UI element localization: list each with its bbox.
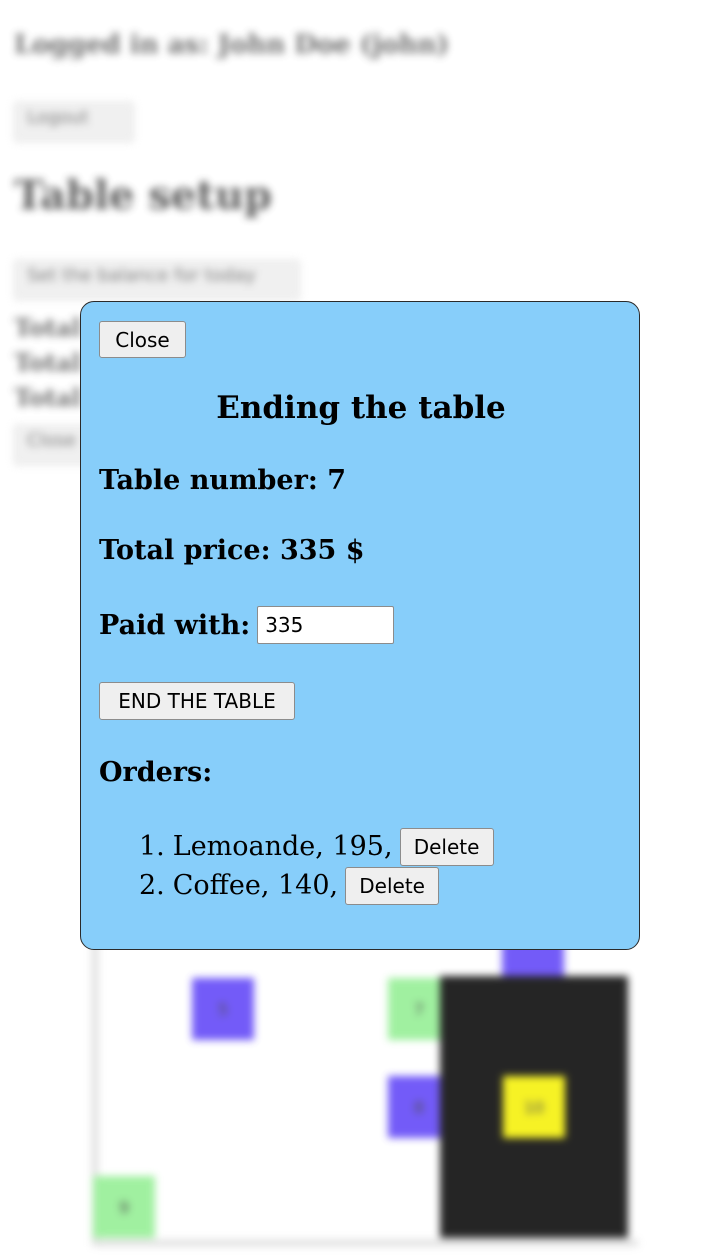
order-item: 1. Lemoande, 195, Delete [139, 827, 494, 866]
table-tile[interactable]: 5 [192, 978, 254, 1040]
total-line: Total [14, 313, 81, 342]
table-tile[interactable]: 10 [503, 1076, 565, 1138]
page-title: Table setup [14, 172, 272, 219]
table-tile-label: 9 [118, 1197, 130, 1217]
end-table-button[interactable]: END THE TABLE [99, 682, 295, 720]
logged-in-text: Logged in as: John Doe (john) [14, 30, 449, 60]
orders-list: 1. Lemoande, 195, Delete 2. Coffee, 140,… [139, 827, 494, 905]
total-line: Total [14, 348, 81, 377]
paid-with-row: Paid with: [99, 606, 395, 644]
order-text: Coffee, 140, [172, 870, 339, 901]
total-price: Total price: 335 $ [99, 535, 365, 566]
total-line: Total [14, 383, 81, 412]
set-balance-button[interactable]: Set the balance for today [14, 260, 300, 300]
table-tile-label: 5 [217, 999, 229, 1019]
table-tile-label: 10 [523, 1097, 545, 1117]
end-table-modal: Close Ending the table Table number: 7 T… [80, 301, 640, 950]
table-tile[interactable]: 9 [93, 1176, 155, 1238]
table-number: Table number: 7 [99, 465, 346, 496]
order-number: 1. [139, 831, 165, 862]
table-tile-label: 8 [413, 1097, 425, 1117]
paid-with-label: Paid with: [99, 609, 251, 641]
order-item: 2. Coffee, 140, Delete [139, 866, 494, 905]
totals-text: Total Total Total [14, 310, 81, 415]
order-number: 2. [139, 870, 165, 901]
table-tile-label: 7 [413, 999, 425, 1019]
close-button[interactable]: Close [99, 321, 186, 358]
orders-heading: Orders: [99, 757, 213, 788]
delete-order-button[interactable]: Delete [399, 827, 494, 866]
paid-with-input[interactable] [257, 606, 395, 644]
modal-title: Ending the table [216, 390, 506, 426]
logout-button[interactable]: Logout [14, 102, 134, 142]
order-text: Lemoande, 195, [172, 831, 393, 862]
delete-order-button[interactable]: Delete [345, 866, 440, 905]
